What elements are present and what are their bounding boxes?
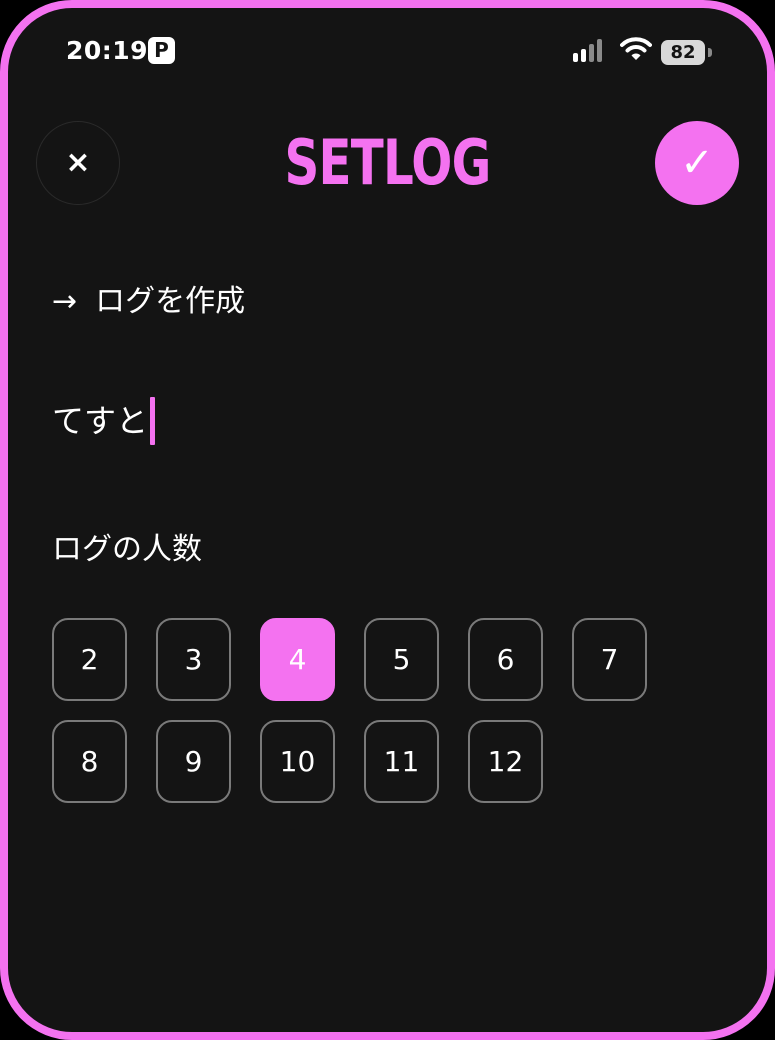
confirm-button[interactable]: ✓: [655, 121, 739, 205]
count-option-4[interactable]: 4: [260, 618, 335, 701]
count-option-8[interactable]: 8: [52, 720, 127, 803]
arrow-right-icon: →: [52, 284, 78, 319]
count-option-6[interactable]: 6: [468, 618, 543, 701]
member-count-label: ログの人数: [52, 532, 202, 567]
count-option-10[interactable]: 10: [260, 720, 335, 803]
battery-icon: 82: [661, 40, 713, 65]
count-row: 2 3 4 5 6 7: [52, 618, 712, 701]
app-title: SETLOG: [284, 126, 491, 199]
log-name-value: てすと: [52, 402, 149, 440]
count-option-3[interactable]: 3: [156, 618, 231, 701]
paypay-icon: P: [148, 37, 175, 64]
count-option-2[interactable]: 2: [52, 618, 127, 701]
section-title: ログを作成: [95, 284, 246, 319]
status-time: 20:19: [66, 36, 149, 65]
wifi-icon: [620, 37, 652, 60]
battery-level: 82: [661, 40, 705, 65]
count-option-5[interactable]: 5: [364, 618, 439, 701]
member-count-selector: 2 3 4 5 6 7 8 9 10 11 12: [52, 618, 712, 822]
check-icon: ✓: [680, 140, 714, 186]
section-heading: → ログを作成: [52, 276, 245, 320]
count-option-9[interactable]: 9: [156, 720, 231, 803]
count-row: 8 9 10 11 12: [52, 720, 712, 803]
signal-icon: [573, 38, 605, 62]
log-name-input[interactable]: てすと: [52, 396, 712, 446]
close-icon: ×: [65, 145, 91, 180]
text-caret: [150, 397, 156, 445]
count-option-12[interactable]: 12: [468, 720, 543, 803]
count-option-7[interactable]: 7: [572, 618, 647, 701]
app-screen: 20:19 P 82 × SETLOG ✓ → ログを作成 てすと ログの人数 2…: [0, 0, 775, 1040]
count-option-11[interactable]: 11: [364, 720, 439, 803]
